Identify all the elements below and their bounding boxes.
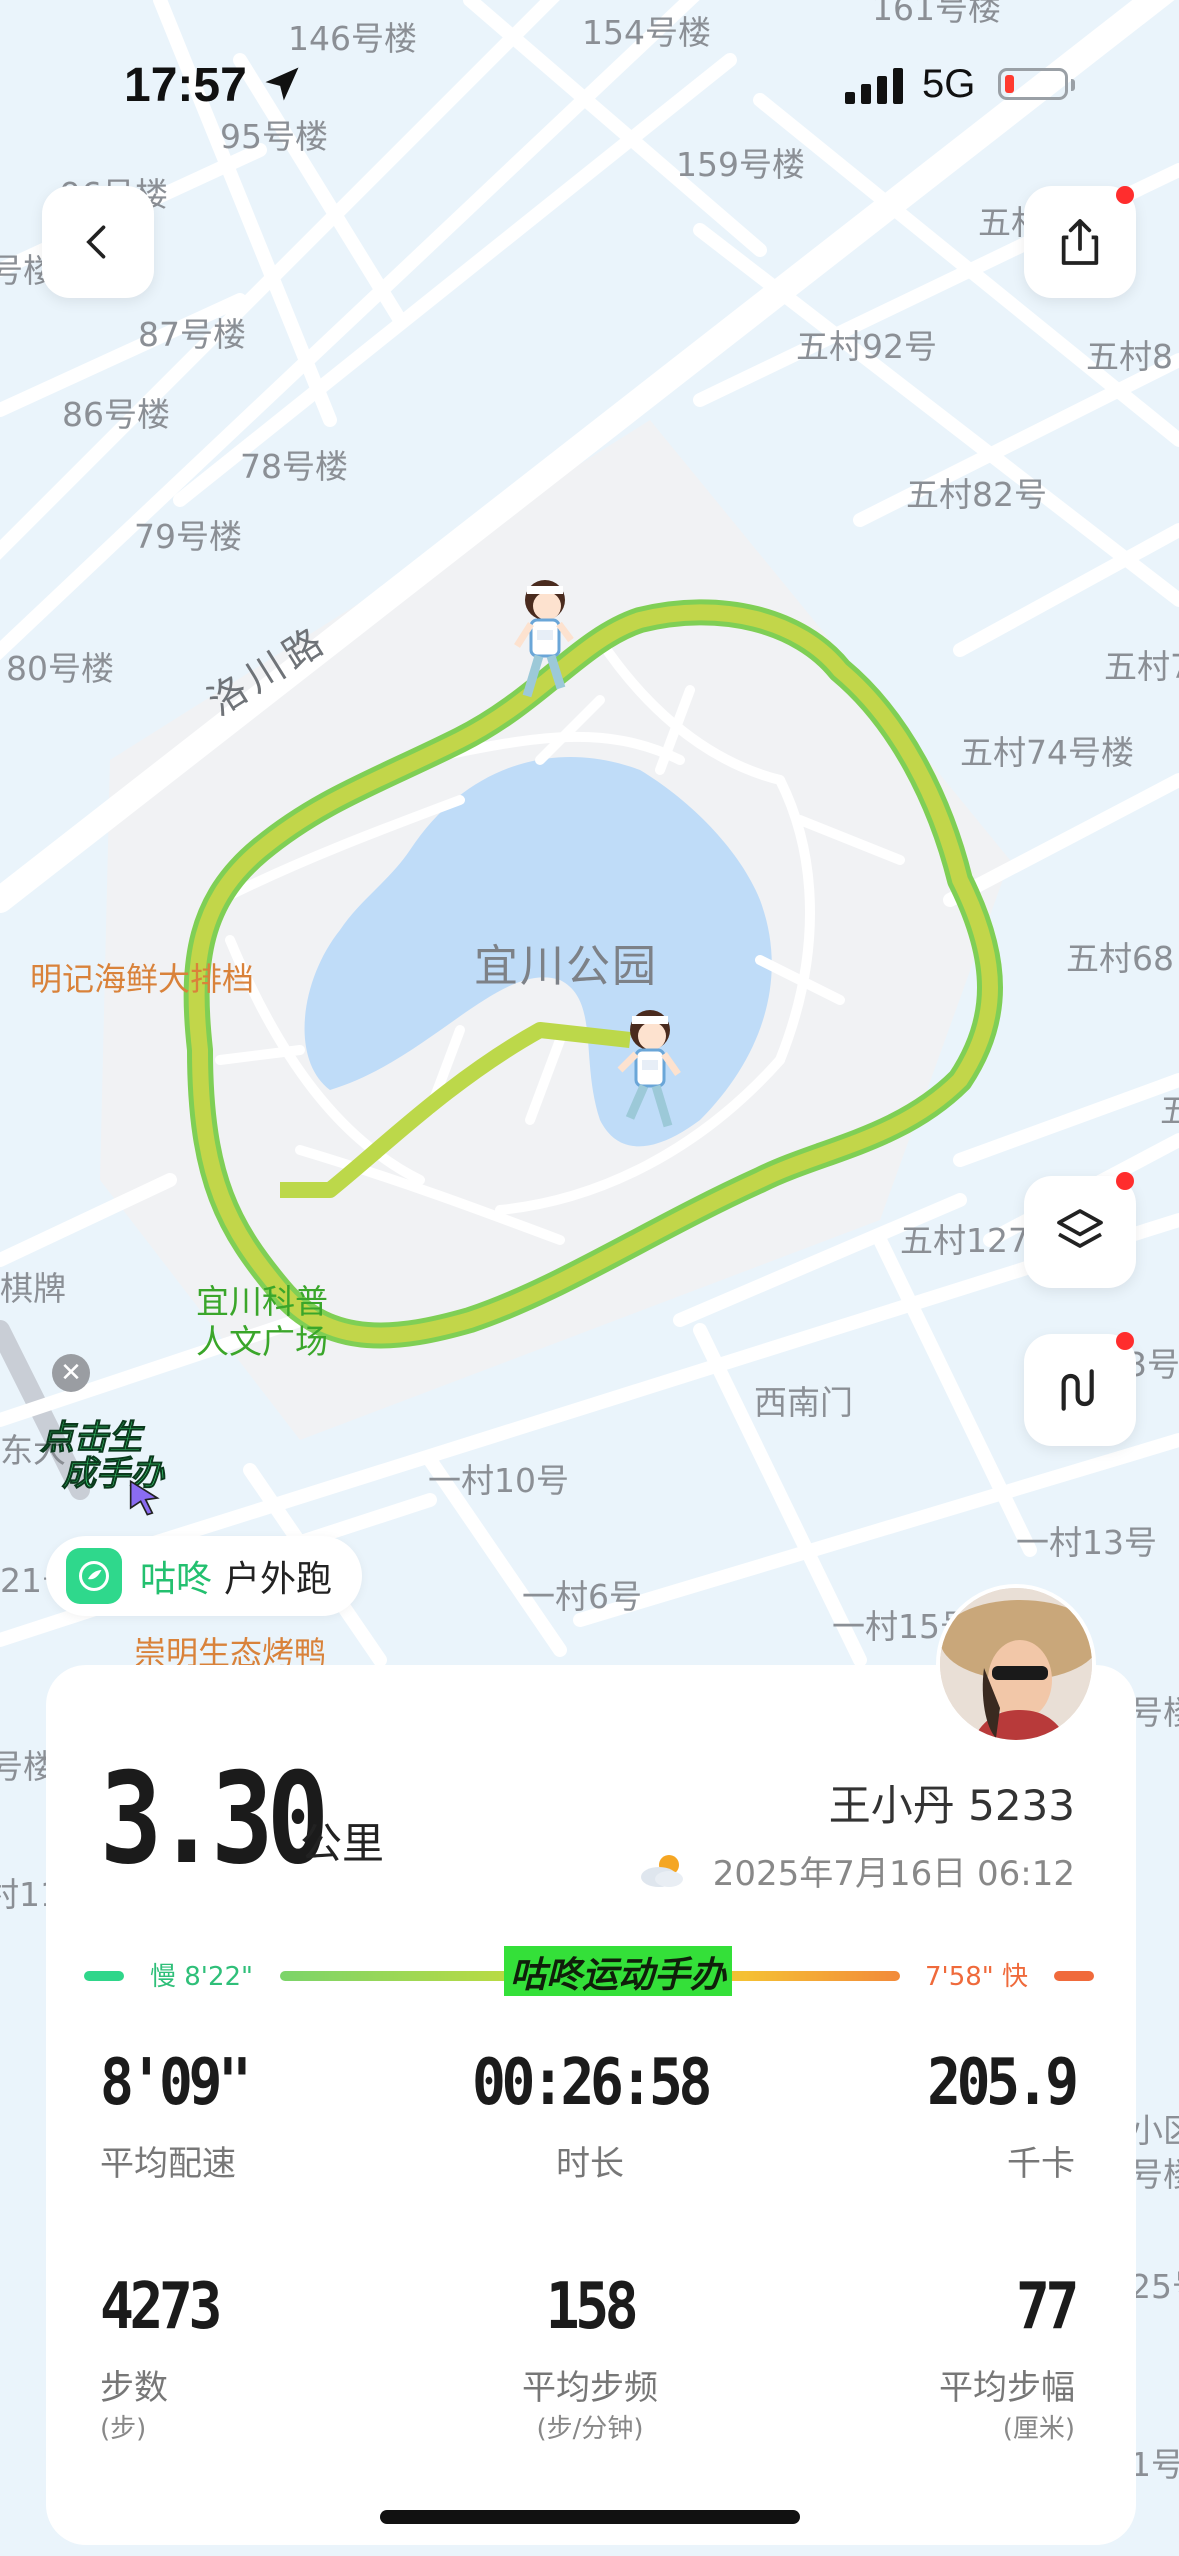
activity-type: 户外跑	[224, 1559, 333, 1600]
park-label: 宜川公园	[474, 941, 658, 992]
distance-unit: 公里	[300, 1819, 385, 1868]
layers-icon	[1057, 1209, 1103, 1248]
stride-unit: (厘米)	[1002, 2414, 1075, 2444]
avatar[interactable]	[936, 1584, 1096, 1744]
map-label: 五村68	[1066, 939, 1174, 978]
map-label: 80号楼	[6, 649, 114, 688]
map-label: 小区	[1130, 2111, 1179, 2150]
steps-label: 步数	[100, 2368, 168, 2408]
share-notification-dot	[1116, 186, 1134, 204]
map-label: 1号	[1130, 2445, 1179, 2484]
calories-label: 千卡	[1007, 2144, 1075, 2184]
weather-partly-cloudy-icon	[640, 1854, 683, 1887]
map-label: 78号楼	[240, 447, 348, 486]
activity-datetime: 2025年7月16日 06:12	[712, 1854, 1075, 1894]
avg-pace-label: 平均配速	[100, 2144, 236, 2184]
chevron-left-icon	[86, 225, 106, 259]
pace-fast-cap	[1054, 1971, 1094, 1981]
map-label: 号楼	[1130, 2155, 1179, 2194]
brand-name: 咕咚	[140, 1559, 213, 1600]
network-type: 5G	[922, 62, 976, 106]
pace-fast-label: 7'58" 快	[925, 1962, 1028, 1992]
map-label: 一村13号	[1016, 1523, 1157, 1562]
activity-datetime-row: 2025年7月16日 06:12	[637, 1846, 1075, 1895]
calories-value: 205.9	[927, 2046, 1079, 2120]
poi-label-science[interactable]: 宜川科普	[196, 1282, 328, 1322]
map-label: 159号楼	[676, 145, 805, 184]
cadence-label: 平均步频	[522, 2368, 658, 2408]
map-layers-button[interactable]	[1024, 1176, 1136, 1288]
map-label: 西南门	[754, 1383, 853, 1422]
poi-label-seafood[interactable]: 明记海鲜大排档	[30, 954, 254, 1000]
steps-unit: (步)	[100, 2414, 147, 2444]
map-label: 棋牌	[0, 1269, 66, 1308]
generate-figure-promo[interactable]: 点击生 成手办	[40, 1418, 170, 1516]
map-label: 五	[1160, 1091, 1179, 1130]
home-indicator[interactable]	[380, 2510, 800, 2524]
route-notification-dot	[1116, 1332, 1134, 1350]
figure-badge[interactable]: 咕咚运动手办	[504, 1946, 733, 1996]
map-label: 号楼	[1130, 1693, 1179, 1732]
route-replay-button[interactable]	[1024, 1334, 1136, 1446]
map-label: 五村8	[1086, 337, 1173, 376]
pace-slow-cap	[84, 1971, 124, 1981]
cursor-icon	[129, 1479, 160, 1516]
pace-range-bar: 慢 8'22" 咕咚运动手办 7'58" 快	[84, 1946, 1094, 1996]
stride-label: 平均步幅	[939, 2368, 1075, 2408]
codoon-logo-icon	[66, 1548, 122, 1604]
duration-value: 00:26:58	[471, 2046, 712, 2120]
location-arrow-icon	[265, 67, 299, 101]
share-button[interactable]	[1024, 186, 1136, 298]
clock: 17:57	[124, 59, 247, 112]
map-label: 86号楼	[62, 395, 170, 434]
duration-label: 时长	[556, 2144, 624, 2184]
pace-slow-label: 慢 8'22"	[150, 1962, 253, 1992]
signal-icon	[845, 68, 903, 104]
cadence-value: 158	[545, 2270, 639, 2344]
map-label: 五村74号楼	[960, 733, 1134, 772]
map-label: 五村82号	[906, 475, 1047, 514]
map-label: 25号	[1130, 2267, 1179, 2306]
map-label: 87号楼	[138, 315, 246, 354]
route-icon	[1061, 1369, 1094, 1411]
avg-pace-value: 8'09"	[100, 2046, 252, 2120]
battery-icon	[998, 68, 1075, 100]
close-promo-button[interactable]: ✕	[52, 1354, 90, 1392]
brand-badge: 咕咚 户外跑	[46, 1536, 363, 1616]
distance-value: 3.30	[100, 1745, 329, 1892]
map-label: 五村127	[900, 1221, 1029, 1260]
cadence-unit: (步/分钟)	[536, 2414, 644, 2444]
steps-value: 4273	[100, 2270, 222, 2344]
promo-line-1: 点击生	[40, 1418, 143, 1458]
map-label: 一村10号	[428, 1461, 569, 1500]
poi-label-square[interactable]: 人文广场	[196, 1322, 328, 1362]
back-button[interactable]	[42, 186, 154, 298]
map-label: 五村92号	[796, 327, 937, 366]
status-bar: 17:57 5G	[0, 0, 1179, 140]
stride-value: 77	[1015, 2270, 1079, 2344]
map-label: 一村6号	[522, 1577, 642, 1616]
map-label: 五村7	[1104, 647, 1179, 686]
map-label: 79号楼	[134, 517, 242, 556]
user-name: 王小丹 5233	[828, 1781, 1075, 1830]
share-icon	[1061, 219, 1099, 265]
layers-notification-dot	[1116, 1172, 1134, 1190]
